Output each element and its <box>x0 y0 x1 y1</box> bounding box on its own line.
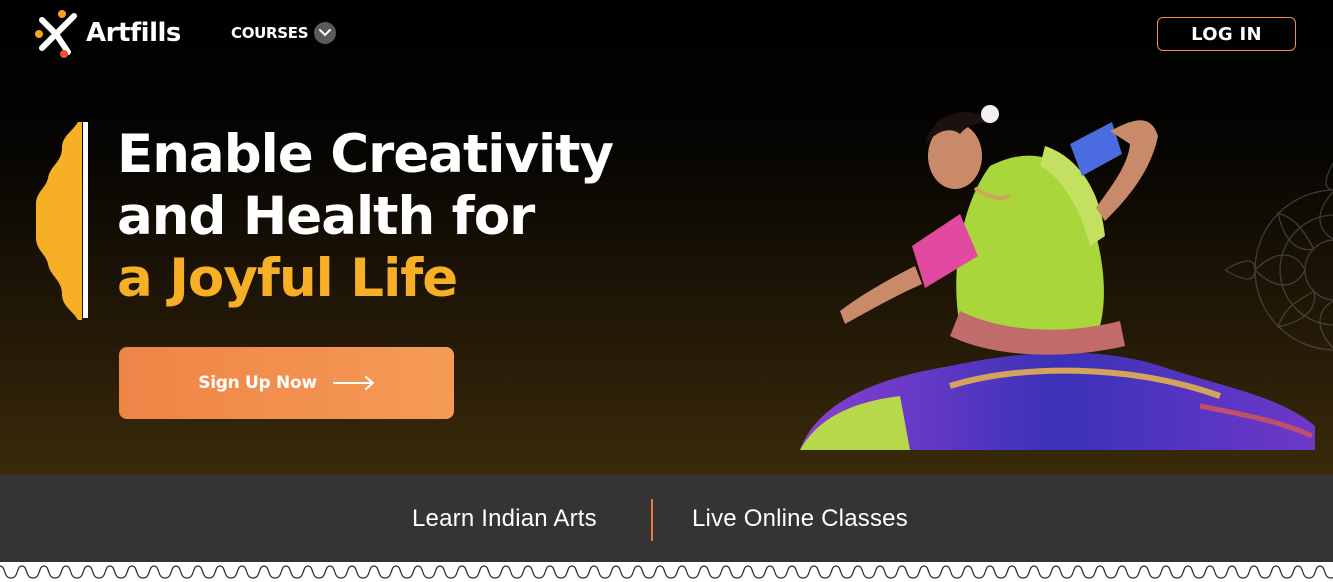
loop-pattern-icon <box>0 565 1333 579</box>
nav-courses-dropdown[interactable]: COURSES <box>231 22 337 44</box>
tagline-learn-indian-arts: Learn Indian Arts <box>412 505 597 532</box>
sign-up-label: Sign Up Now <box>198 373 317 393</box>
nav-courses-label: COURSES <box>231 24 309 42</box>
dancer-image <box>800 105 1315 450</box>
hero-section: Artfills COURSES LOG IN Enable Creativit… <box>0 0 1333 475</box>
artfills-logo-icon <box>35 10 77 58</box>
sign-up-button[interactable]: Sign Up Now <box>119 347 454 419</box>
login-button[interactable]: LOG IN <box>1157 17 1296 51</box>
decorative-shape-icon <box>36 122 88 320</box>
headline-line-2: and Health for <box>117 186 535 247</box>
decorative-loop-border <box>0 562 1333 582</box>
tagline-divider <box>651 499 653 541</box>
brand-name: Artfills <box>86 18 181 48</box>
headline-line-3: a Joyful Life <box>117 248 458 309</box>
chevron-down-icon <box>314 22 337 44</box>
tagline-live-online-classes: Live Online Classes <box>692 505 908 532</box>
arrow-right-icon <box>332 376 374 390</box>
tagline-bar: Learn Indian Arts Live Online Classes <box>0 475 1333 565</box>
hero-headline: Enable Creativity and Health for a Joyfu… <box>117 124 614 310</box>
headline-line-1: Enable Creativity <box>117 124 614 185</box>
brand-logo[interactable]: Artfills <box>34 6 181 62</box>
